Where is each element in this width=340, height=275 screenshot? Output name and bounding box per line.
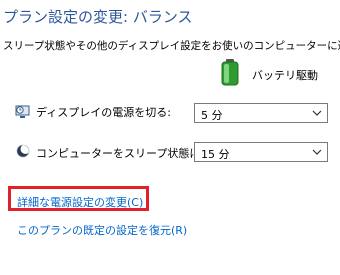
chevron-down-icon (312, 110, 322, 116)
advanced-power-settings-link[interactable]: 詳細な電源設定の変更(C) (17, 194, 143, 210)
display-off-select[interactable]: 5 分 (194, 103, 328, 123)
monitor-clock-icon (15, 105, 30, 118)
chevron-down-icon (312, 149, 322, 155)
battery-icon (221, 59, 239, 86)
moon-icon (16, 144, 31, 158)
page-title: プラン設定の変更: バランス (3, 8, 193, 26)
display-off-label: ディスプレイの電源を切る: (36, 106, 171, 119)
battery-label: バッテリ駆動 (252, 69, 318, 82)
sleep-value: 15 分 (201, 148, 230, 161)
page-description: スリープ状態やその他のディスプレイ設定をお使いのコンピューターに適用するま (3, 40, 340, 52)
restore-defaults-link[interactable]: このプランの既定の設定を復元(R) (17, 222, 187, 238)
display-off-value: 5 分 (201, 109, 223, 122)
sleep-select[interactable]: 15 分 (194, 142, 328, 162)
battery-column-header: バッテリ駆動 (220, 58, 330, 88)
